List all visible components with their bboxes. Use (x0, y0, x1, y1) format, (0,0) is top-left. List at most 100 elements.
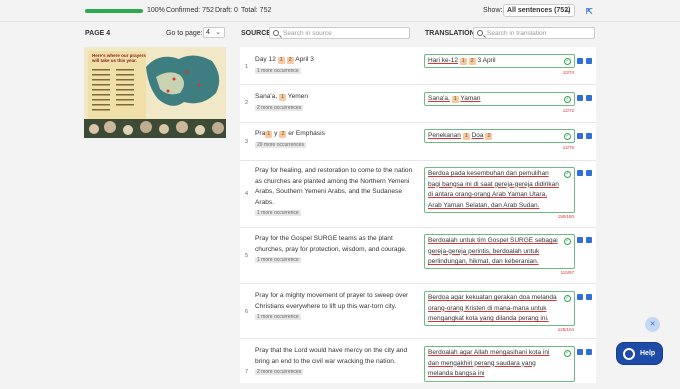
char-count: 115/97 (560, 270, 574, 275)
confirmed-check-icon[interactable]: ✓ (564, 171, 571, 178)
occurrence-badge[interactable]: 1 more occurrence (255, 314, 301, 321)
comment-icon[interactable] (586, 133, 592, 139)
translation-segment: Yaman (460, 95, 481, 102)
page-thumbnail[interactable]: Here's where our prayers will take us th… (84, 47, 226, 138)
confirmed-check-icon[interactable]: ✓ (564, 133, 571, 140)
copy-source-icon[interactable] (577, 133, 583, 139)
row-number: 6 (245, 309, 249, 315)
occurrence-badge[interactable]: 29 more occurrences (255, 141, 306, 148)
source-segment: Pray for the Gospel SURGE teams as the p… (255, 235, 407, 253)
help-button[interactable]: Help (616, 342, 663, 365)
confirmed-check-icon[interactable]: ✓ (564, 58, 571, 65)
translation-segment: Penekanan (428, 132, 461, 139)
show-filter-select[interactable]: All sentences (752) ⌄ (503, 4, 575, 17)
translation-field[interactable]: Berdoa agar kekuatan gerakan doa melanda… (424, 291, 575, 326)
source-segment: er Emphasis (288, 130, 325, 137)
total-count: Total: 752 (241, 7, 272, 14)
show-label: Show: (483, 7, 503, 14)
placeholder-tag[interactable]: 1 (277, 57, 285, 64)
collapse-icon[interactable]: ⇱ (586, 7, 593, 16)
placeholder-tag[interactable]: 1 (451, 96, 459, 103)
source-search-placeholder: Search in source (283, 29, 332, 37)
copy-source-icon[interactable] (577, 95, 583, 101)
comment-icon[interactable] (586, 349, 592, 355)
sentence-row: 3 Pra 1 y 2 er Emphasis 29 more occurrenc… (240, 123, 596, 161)
translation-field[interactable]: Berdoa pada kesembuhan dan pemulihan bag… (424, 167, 575, 213)
comment-icon[interactable] (586, 95, 592, 101)
occurrence-badge[interactable]: 1 more occurrence (255, 210, 301, 217)
row-number: 7 (245, 369, 249, 375)
translation-segment: Berdoa pada kesembuhan dan pemulihan bag… (428, 170, 559, 209)
source-segment: Yemen (287, 93, 309, 100)
comment-icon[interactable] (586, 237, 592, 243)
placeholder-tag[interactable]: 1 (279, 94, 287, 101)
confirmed-check-icon[interactable]: ✓ (564, 96, 571, 103)
occurrence-badge[interactable]: 2 more occurrences (255, 104, 304, 111)
row-number: 2 (245, 100, 249, 106)
search-icon (273, 30, 279, 36)
char-count: 125/104 (557, 327, 574, 332)
char-count: 10/74 (562, 70, 574, 75)
translation-segment: Sana'a, (428, 95, 450, 102)
source-segment: April 3 (295, 56, 314, 63)
translation-field[interactable]: Berdoalah untuk tim Gospel SURGE sebagai… (424, 234, 575, 269)
copy-source-icon[interactable] (577, 294, 583, 300)
sentence-row: 6 Pray for a mighty movement of prayer t… (240, 284, 596, 339)
source-segment: Pray for healing, and restoration to com… (255, 167, 413, 206)
placeholder-tag[interactable]: 2 (279, 131, 287, 138)
occurrence-badge[interactable]: 1 more occurrence (255, 67, 301, 74)
progress-fill (85, 9, 143, 13)
confirmed-check-icon[interactable]: ✓ (564, 238, 571, 245)
placeholder-tag[interactable]: 2 (286, 57, 294, 64)
occurrence-badge[interactable]: 2 more occurrences (255, 369, 304, 376)
translation-segment: Berdoalah untuk tim Gospel SURGE sebagai… (428, 237, 558, 266)
comment-icon[interactable] (586, 58, 592, 64)
comment-icon[interactable] (586, 170, 592, 176)
thumbnail-title: Here's where our prayers will take us th… (92, 53, 146, 63)
row-number: 5 (245, 253, 249, 259)
copy-source-icon[interactable] (577, 237, 583, 243)
source-search-input[interactable]: Search in source (269, 27, 410, 39)
placeholder-tag[interactable]: 1 (459, 58, 467, 65)
placeholder-tag[interactable]: 1 (462, 133, 470, 140)
source-text: Pray for healing, and restoration to com… (255, 166, 417, 219)
translation-field[interactable]: Berdoalah agar Allah mengasihani kota in… (424, 346, 575, 382)
source-text: Sana'a, 1 Yemen 2 more occurrences (255, 92, 417, 113)
translation-segment: Berdoa agar kekuatan gerakan doa melanda… (428, 294, 557, 323)
translation-field[interactable]: Sana'a, 1 Yaman ✓ (424, 92, 575, 106)
sentence-row: 2 Sana'a, 1 Yemen 2 more occurrences San… (240, 85, 596, 123)
translation-search-placeholder: Search in translation (487, 29, 547, 37)
translation-field[interactable]: Penekanan 1 Doa 2 ✓ (424, 129, 575, 143)
goto-page-label: Go to page: (166, 30, 203, 37)
occurrence-badge[interactable]: 1 more occurrence (255, 257, 301, 264)
translation-search-input[interactable]: Search in translation (473, 27, 595, 39)
goto-page-value: 4 (206, 29, 210, 36)
translation-column-header: TRANSLATION (425, 30, 475, 37)
translation-segment: Doa (471, 132, 484, 139)
source-text: Pray that the Lord would have mercy on t… (255, 346, 417, 378)
source-text: Pra 1 y 2 er Emphasis 29 more occurrences (255, 129, 417, 150)
show-filter-value: All sentences (752) (507, 7, 571, 14)
scroll-top-button[interactable]: ✕ (645, 317, 660, 332)
goto-page-select[interactable]: 4 ⌄ (203, 27, 225, 38)
sentence-row: 1 Day 12 1 2 April 3 1 more occurrence H… (240, 47, 596, 85)
placeholder-tag[interactable]: 2 (468, 58, 476, 65)
translation-field[interactable]: Hari ke-12 1 2 3 April ✓ (424, 54, 575, 68)
confirmed-count: Confirmed: 752 (166, 7, 214, 14)
copy-source-icon[interactable] (577, 349, 583, 355)
placeholder-tag[interactable]: 1 (265, 131, 273, 138)
draft-count: Draft: 0 (215, 7, 238, 14)
confirmed-check-icon[interactable]: ✓ (564, 350, 571, 357)
placeholder-tag[interactable]: 2 (485, 133, 493, 140)
progress-bar (85, 9, 143, 13)
source-segment: Sana'a, (255, 93, 278, 100)
confirmed-check-icon[interactable]: ✓ (564, 295, 571, 302)
source-text: Pray for the Gospel SURGE teams as the p… (255, 234, 417, 266)
source-segment: Day 12 (255, 56, 276, 63)
char-count: 12/76 (562, 145, 574, 150)
comment-icon[interactable] (586, 294, 592, 300)
source-text: Day 12 1 2 April 3 1 more occurrence (255, 55, 417, 76)
sentence-list: 1 Day 12 1 2 April 3 1 more occurrence H… (240, 47, 596, 383)
copy-source-icon[interactable] (577, 170, 583, 176)
copy-source-icon[interactable] (577, 58, 583, 64)
